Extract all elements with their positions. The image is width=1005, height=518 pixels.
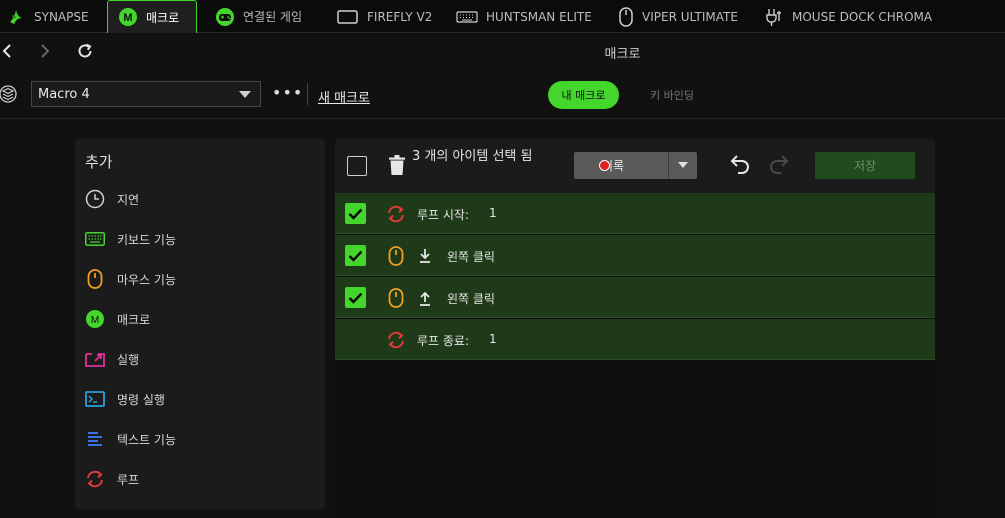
loop-icon <box>83 467 107 491</box>
tab-label: VIPER ULTIMATE <box>642 9 738 24</box>
macro-select-dropdown[interactable]: Macro 4 <box>31 81 261 107</box>
record-button[interactable]: 기록 <box>574 152 668 179</box>
add-item-label: 텍스트 기능 <box>117 432 177 447</box>
svg-text:M: M <box>91 315 99 326</box>
add-item-label: 루프 <box>117 472 140 487</box>
macro-step-row[interactable]: 루프 시작: 1 <box>335 193 935 234</box>
select-all-checkbox[interactable] <box>347 156 367 176</box>
save-button[interactable]: 저장 <box>815 152 915 179</box>
macro-m-icon: M <box>118 7 138 27</box>
chevron-down-icon <box>239 91 251 98</box>
divider <box>307 83 308 105</box>
row-label: 루프 시작: <box>417 208 470 222</box>
add-panel: 추가 지연 키보드 기능 마우스 기능 M 매크로 실행 명령 실행 텍스트 기… <box>75 139 325 509</box>
macro-toolbar: Macro 4 ••• 새 매크로 내 매크로 키 바인딩 <box>0 69 1005 119</box>
chevron-down-icon <box>678 162 688 168</box>
row-label: 루프 종료: <box>417 334 470 348</box>
record-dot-icon <box>599 160 610 171</box>
add-item-label: 실행 <box>117 352 140 367</box>
record-options-dropdown[interactable] <box>668 152 697 179</box>
mouse-icon <box>83 267 107 291</box>
delete-button[interactable] <box>389 155 405 179</box>
gamepad-icon <box>215 7 235 27</box>
add-item-label: 지연 <box>117 192 140 207</box>
add-item-run-command[interactable]: 명령 실행 <box>83 386 165 412</box>
key-binding-toggle[interactable]: 키 바인딩 <box>650 87 694 103</box>
page-title: 매크로 <box>604 47 641 62</box>
macro-step-row[interactable]: 루프 종료: 1 <box>335 319 935 360</box>
macro-step-row[interactable]: 왼쪽 클릭 <box>335 235 935 276</box>
row-value: 1 <box>489 332 497 346</box>
loop-icon <box>386 204 406 224</box>
add-item-macro[interactable]: M 매크로 <box>83 306 150 332</box>
editor-header: 3 개의 아이템 선택 됨 기록 저장 <box>335 139 935 193</box>
mouse-dock-icon <box>766 7 784 27</box>
razer-logo-icon <box>6 7 26 27</box>
trash-icon <box>389 155 405 175</box>
tab-label: FIREFLY V2 <box>367 9 433 24</box>
tab-label: 연결된 게임 <box>243 10 303 24</box>
my-macros-toggle[interactable]: 내 매크로 <box>548 81 619 109</box>
check-icon <box>348 292 363 304</box>
tab-firefly-v2[interactable]: FIREFLY V2 <box>337 0 432 33</box>
mouse-icon <box>618 6 634 27</box>
tab-macro[interactable]: M 매크로 <box>107 0 197 33</box>
add-item-label: 매크로 <box>117 312 151 327</box>
row-checkbox[interactable] <box>345 287 366 308</box>
new-macro-link[interactable]: 새 매크로 <box>318 87 370 106</box>
check-icon <box>348 208 363 220</box>
text-icon <box>83 427 107 451</box>
add-item-keyboard[interactable]: 키보드 기능 <box>83 226 176 252</box>
tab-label: SYNAPSE <box>34 9 89 24</box>
macro-m-icon: M <box>83 307 107 331</box>
undo-icon <box>730 155 749 174</box>
tab-label: HUNTSMAN ELITE <box>486 9 592 24</box>
terminal-icon <box>83 387 107 411</box>
loop-icon <box>386 330 406 350</box>
add-item-text[interactable]: 텍스트 기능 <box>83 426 176 452</box>
tab-label: MOUSE DOCK CHROMA <box>792 9 933 24</box>
launch-icon <box>83 347 107 371</box>
macro-editor-panel: 3 개의 아이템 선택 됨 기록 저장 루프 시작: 1 왼쪽 클릭 왼쪽 클릭… <box>335 139 935 518</box>
row-value: 1 <box>489 206 497 220</box>
mouse-icon <box>386 246 406 266</box>
redo-button[interactable] <box>767 154 789 178</box>
svg-text:M: M <box>123 12 132 24</box>
mousepad-icon <box>337 9 359 25</box>
undo-button[interactable] <box>730 154 752 178</box>
mouse-icon <box>386 288 406 308</box>
clock-icon <box>83 187 107 211</box>
redo-icon <box>770 155 789 174</box>
arrow-up-icon <box>417 289 433 307</box>
tab-connected-games[interactable]: 연결된 게임 <box>215 0 302 33</box>
macro-select-value: Macro 4 <box>38 86 90 102</box>
tab-label: 매크로 <box>146 10 180 25</box>
add-panel-title: 추가 <box>85 153 113 171</box>
row-checkbox[interactable] <box>345 245 366 266</box>
tab-viper-ultimate[interactable]: VIPER ULTIMATE <box>618 0 738 33</box>
add-item-delay[interactable]: 지연 <box>83 186 139 212</box>
keyboard-icon <box>456 10 478 23</box>
add-item-loop[interactable]: 루프 <box>83 466 139 492</box>
selection-count-text: 3 개의 아이템 선택 됨 <box>412 149 533 164</box>
more-options-button[interactable]: ••• <box>272 83 303 102</box>
layers-icon[interactable] <box>0 83 18 105</box>
row-label: 왼쪽 클릭 <box>447 250 495 264</box>
navigation-row: 매크로 <box>0 33 1005 69</box>
add-item-label: 마우스 기능 <box>117 272 177 287</box>
tab-synapse[interactable]: SYNAPSE <box>6 0 89 33</box>
add-item-mouse[interactable]: 마우스 기능 <box>83 266 176 292</box>
top-tab-bar: SYNAPSE M 매크로 연결된 게임 FIREFLY V2 HUNTSMAN… <box>0 0 1005 33</box>
add-item-label: 키보드 기능 <box>117 232 177 247</box>
keyboard-icon <box>83 227 107 251</box>
row-checkbox[interactable] <box>345 203 366 224</box>
arrow-down-icon <box>417 247 433 265</box>
add-item-launch[interactable]: 실행 <box>83 346 139 372</box>
check-icon <box>348 250 363 262</box>
add-item-label: 명령 실행 <box>117 392 165 407</box>
row-label: 왼쪽 클릭 <box>447 292 495 306</box>
tab-huntsman-elite[interactable]: HUNTSMAN ELITE <box>456 0 592 33</box>
tab-mouse-dock-chroma[interactable]: MOUSE DOCK CHROMA <box>766 0 932 33</box>
macro-step-row[interactable]: 왼쪽 클릭 <box>335 277 935 318</box>
